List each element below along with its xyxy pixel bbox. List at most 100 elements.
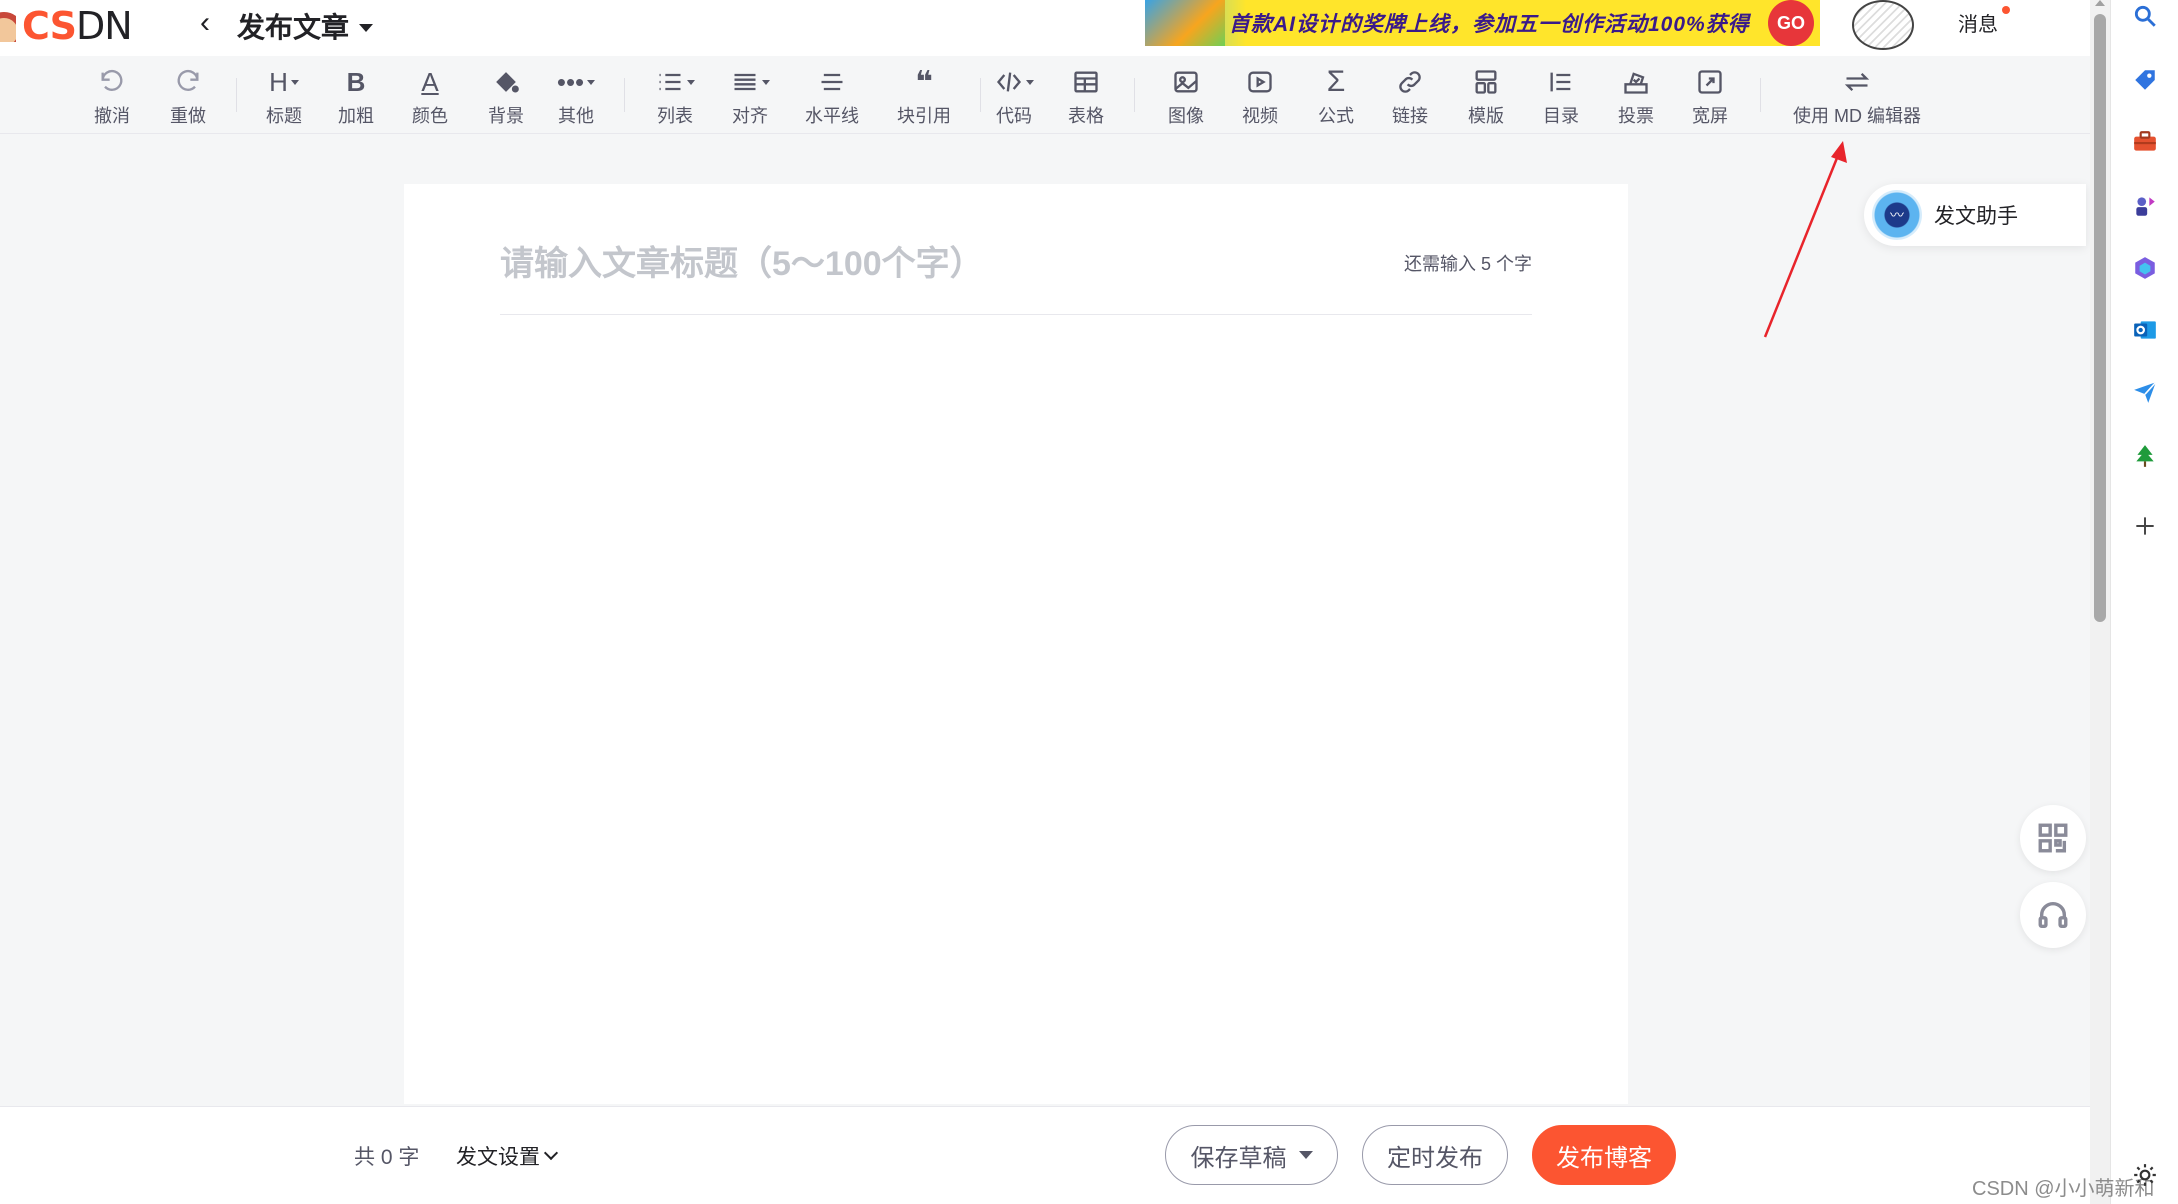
undo-icon [98,64,126,100]
list-icon [656,64,695,100]
copilot-icon[interactable] [2131,254,2159,282]
undo-button[interactable]: 撤消 [76,64,148,128]
scrollbar-thumb[interactable] [2094,14,2106,622]
writing-assistant-button[interactable]: 〰 发文助手 [1864,184,2086,246]
editor-card: 还需输入 5 个字 [404,184,1628,1104]
toolbox-icon[interactable] [2131,128,2159,156]
more-dots-icon: ••• [557,64,596,100]
paint-bucket-icon [492,64,520,100]
promo-banner[interactable]: 首款AI设计的奖牌上线，参加五一创作活动100%获得 GO [1145,0,1820,46]
assistant-label: 发文助手 [1934,205,2018,228]
settings-gear-icon[interactable] [2132,1162,2158,1188]
background-color-button[interactable]: 背景 [470,64,542,128]
back-arrow-icon[interactable]: ‹ [200,6,210,40]
heading-icon: H [269,64,299,100]
assistant-robot-icon: 〰 [1872,190,1922,240]
scroll-up-arrow-icon[interactable] [2095,0,2105,6]
align-button[interactable]: 对齐 [714,64,786,128]
csdn-watermark: CSDN @小小萌新和 [1972,1178,2155,1200]
post-settings-dropdown[interactable]: 发文设置 [456,1141,559,1171]
widescreen-button[interactable]: 宽屏 [1674,64,1746,128]
headset-icon [2038,902,2068,929]
code-icon [995,64,1034,100]
toolbar-divider [1760,78,1761,112]
qr-code-button[interactable] [2020,805,2086,871]
chevron-down-icon [359,23,374,32]
table-button[interactable]: 表格 [1050,64,1122,128]
switch-md-editor-button[interactable]: 使用 MD 编辑器 [1782,64,1932,128]
csdn-logo[interactable]: CSDN [0,4,133,48]
banner-text: 首款AI设计的奖牌上线，参加五一创作活动100%获得 [1229,13,1750,36]
caret-down-icon [1298,1151,1313,1159]
toc-button[interactable]: 目录 [1525,64,1597,128]
outlook-icon[interactable] [2131,316,2159,344]
horizontal-rule-icon [818,64,846,100]
link-icon [1396,64,1424,100]
page-title[interactable]: 发布文章 [237,6,374,46]
chevron-down-icon [543,1145,559,1161]
user-avatar[interactable] [1852,0,1914,50]
shopping-tag-icon[interactable] [2131,66,2159,94]
toc-icon [1547,64,1575,100]
bold-button[interactable]: B 加粗 [320,64,392,128]
list-button[interactable]: 列表 [639,64,711,128]
title-remaining-hint: 还需输入 5 个字 [1403,254,1532,274]
word-count: 共 0 字 [354,1146,420,1169]
browser-side-panel [2110,0,2178,1204]
save-draft-label: 保存草稿 [1190,1144,1287,1172]
schedule-publish-button[interactable]: 定时发布 [1362,1125,1508,1185]
customer-service-button[interactable] [2020,882,2086,948]
horizontal-rule-button[interactable]: 水平线 [796,64,868,128]
banner-go-button[interactable]: GO [1768,0,1814,46]
sigma-icon: Σ [1326,65,1346,98]
page-title-text: 发布文章 [237,12,350,43]
add-icon[interactable] [2131,512,2159,540]
article-title-input[interactable] [500,234,1380,294]
quote-icon: ❝ [915,65,933,99]
formula-button[interactable]: Σ 公式 [1300,64,1372,128]
tree-icon[interactable] [2131,442,2159,470]
font-color-button[interactable]: A 颜色 [394,64,466,128]
font-color-icon: A [421,66,439,97]
bold-icon: B [346,66,366,97]
switch-arrows-icon [1843,64,1871,100]
vote-button[interactable]: 投票 [1600,64,1672,128]
template-icon [1472,64,1500,100]
title-divider [500,314,1532,315]
image-button[interactable]: 图像 [1150,64,1222,128]
redo-button[interactable]: 重做 [152,64,224,128]
redo-icon [174,64,202,100]
toolbar-divider [1134,78,1135,112]
template-button[interactable]: 模版 [1450,64,1522,128]
send-plane-icon[interactable] [2131,378,2159,406]
publish-blog-button[interactable]: 发布博客 [1532,1125,1676,1185]
video-button[interactable]: 视频 [1224,64,1296,128]
more-formats-button[interactable]: ••• 其他 [540,64,612,128]
align-icon [731,64,770,100]
heading-button[interactable]: H 标题 [248,64,320,128]
toolbar-divider [624,78,625,112]
csdn-logo-mark-icon [0,10,16,42]
bottom-action-bar: 共 0 字 发文设置 保存草稿 定时发布 发布博客 [0,1106,2090,1204]
save-draft-button[interactable]: 保存草稿 [1165,1125,1338,1185]
banner-illustration [1145,0,1225,46]
link-button[interactable]: 链接 [1374,64,1446,128]
games-icon[interactable] [2131,192,2159,220]
table-icon [1072,64,1100,100]
vote-icon [1622,64,1650,100]
post-settings-label: 发文设置 [456,1146,540,1169]
toolbar-divider [236,78,237,112]
csdn-logo-text: CSDN [22,4,133,48]
messages-link[interactable]: 消息 [1958,8,1998,37]
image-icon [1172,64,1200,100]
expand-icon [1696,64,1724,100]
messages-notification-dot [2002,6,2010,14]
code-button[interactable]: 代码 [978,64,1050,128]
top-bar: CSDN ‹ 发布文章 首款AI设计的奖牌上线，参加五一创作活动100%获得 G… [0,0,2090,56]
blockquote-button[interactable]: ❝ 块引用 [888,64,960,128]
search-icon[interactable] [2131,2,2159,30]
editor-toolbar: 撤消 重做 H 标题 B 加粗 A 颜色 背景 ••• 其他 列表 对齐 水平线… [0,56,2090,134]
qr-code-icon [2038,823,2068,853]
video-icon [1246,64,1274,100]
article-body-editor[interactable] [500,334,1532,1104]
